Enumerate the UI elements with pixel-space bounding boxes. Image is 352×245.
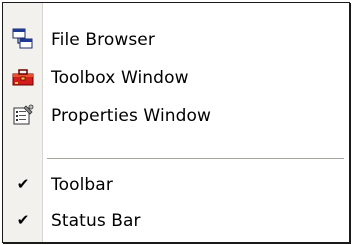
menu-item-label: File Browser bbox=[51, 30, 155, 50]
menu-item-properties-window[interactable]: Properties Window bbox=[3, 96, 349, 134]
menu-item-label: Properties Window bbox=[51, 106, 212, 126]
toolbox-icon bbox=[12, 66, 34, 88]
menu-separator bbox=[47, 158, 344, 159]
properties-icon bbox=[12, 104, 34, 126]
checkmark-icon: ✔ bbox=[16, 175, 30, 193]
menu-item-label: Toolbar bbox=[51, 175, 113, 195]
menu-item-file-browser[interactable]: File Browser bbox=[3, 20, 349, 58]
menu-item-status-bar[interactable]: ✔ Status Bar bbox=[3, 201, 349, 239]
file-browser-icon bbox=[12, 28, 34, 50]
view-menu: File Browser Toolbox Window Properties W… bbox=[2, 2, 350, 243]
menu-item-label: Toolbox Window bbox=[51, 68, 189, 88]
menu-item-label: Status Bar bbox=[51, 211, 141, 231]
menu-item-toolbar[interactable]: ✔ Toolbar bbox=[3, 165, 349, 203]
checkmark-icon: ✔ bbox=[16, 211, 30, 229]
menu-item-toolbox-window[interactable]: Toolbox Window bbox=[3, 58, 349, 96]
